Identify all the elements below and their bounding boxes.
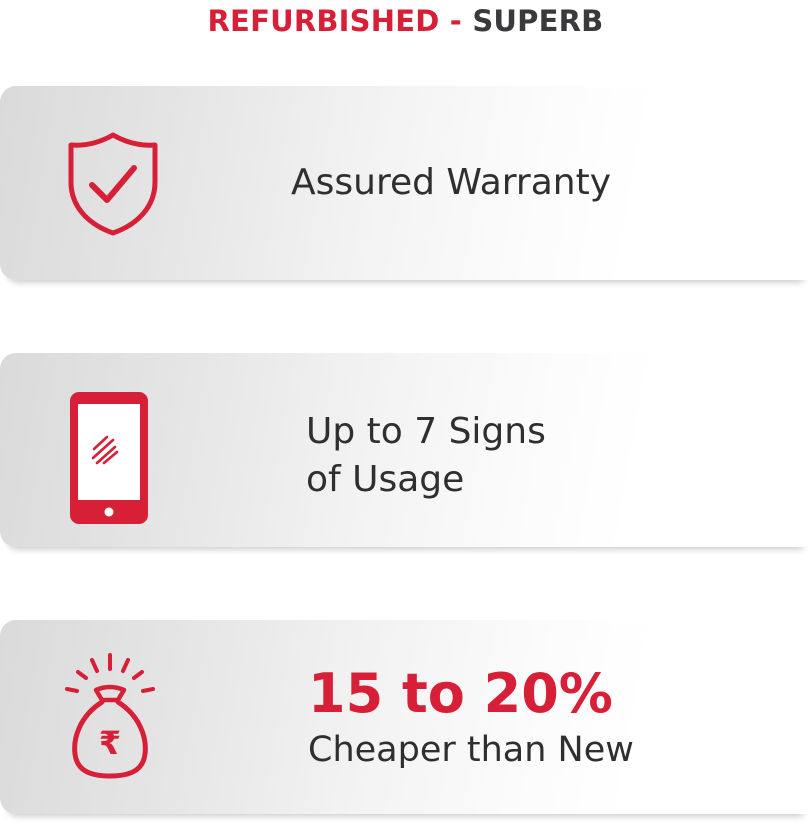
feature-card-warranty: Assured Warranty [0,86,811,280]
phone-scratch-icon [70,392,148,524]
feature-label-warranty: Assured Warranty [291,162,612,203]
shield-check-icon [68,132,158,236]
title-accent: REFURBISHED - [207,4,463,38]
feature-label-usage-line1: Up to 7 Signs [306,411,546,452]
money-bag-rupee-icon: ₹ [65,653,155,779]
feature-label-usage-line2: of Usage [306,459,465,500]
rupee-symbol: ₹ [99,724,121,762]
feature-card-usage: Up to 7 Signs of Usage [0,353,811,547]
page-title: REFURBISHED - SUPERB [0,0,811,46]
title-rest: SUPERB [472,4,604,38]
feature-label-price: Cheaper than New [308,730,634,770]
feature-card-price: ₹ 15 to 20% Cheaper than New [0,620,811,814]
feature-label-usage: Up to 7 Signs of Usage [306,408,546,504]
feature-highlight-price: 15 to 20% [308,662,613,725]
